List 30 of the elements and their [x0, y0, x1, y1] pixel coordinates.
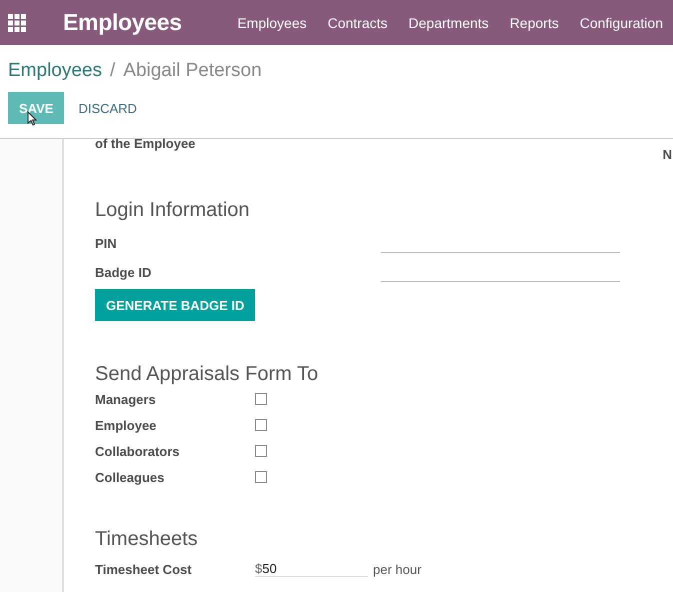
- unit-label: per hour: [373, 562, 422, 576]
- checkbox[interactable]: [255, 445, 267, 457]
- breadcrumb-link[interactable]: Employees: [8, 60, 102, 82]
- checkbox[interactable]: [255, 419, 267, 431]
- menu-item[interactable]: Configuration: [580, 14, 663, 30]
- menu-item[interactable]: Reports: [510, 14, 559, 30]
- app-grid-icon[interactable]: [8, 14, 26, 32]
- section-heading: Timesheets: [95, 528, 199, 551]
- section-heading: Login Information: [95, 199, 251, 222]
- section-heading: Send Appraisals Form To: [95, 363, 320, 386]
- breadcrumb-current: Abigail Peterson: [123, 60, 262, 82]
- checkbox[interactable]: [255, 471, 267, 483]
- menu-item[interactable]: Departments: [408, 14, 489, 30]
- menu-item[interactable]: Contracts: [328, 14, 388, 30]
- checkbox[interactable]: [255, 393, 267, 405]
- breadcrumb-separator: /: [110, 60, 116, 82]
- field-label: PIN: [95, 236, 118, 251]
- field-label: of the Employee: [95, 136, 196, 151]
- discard-button[interactable]: DISCARD: [64, 100, 151, 116]
- app-title: Employees: [63, 9, 182, 36]
- field-label: N: [662, 147, 672, 162]
- field-label: Employee: [95, 418, 158, 432]
- field-label: Timesheet Cost: [95, 562, 193, 576]
- field-label: Managers: [95, 392, 157, 406]
- field-label: Collaborators: [95, 444, 181, 458]
- menu-item[interactable]: Employees: [237, 14, 307, 30]
- generate-badge-button[interactable]: GENERATE BADGE ID: [95, 289, 256, 321]
- field-label: Badge ID: [95, 265, 152, 280]
- field-label: Colleagues: [95, 470, 166, 484]
- input-field[interactable]: $50: [255, 561, 368, 577]
